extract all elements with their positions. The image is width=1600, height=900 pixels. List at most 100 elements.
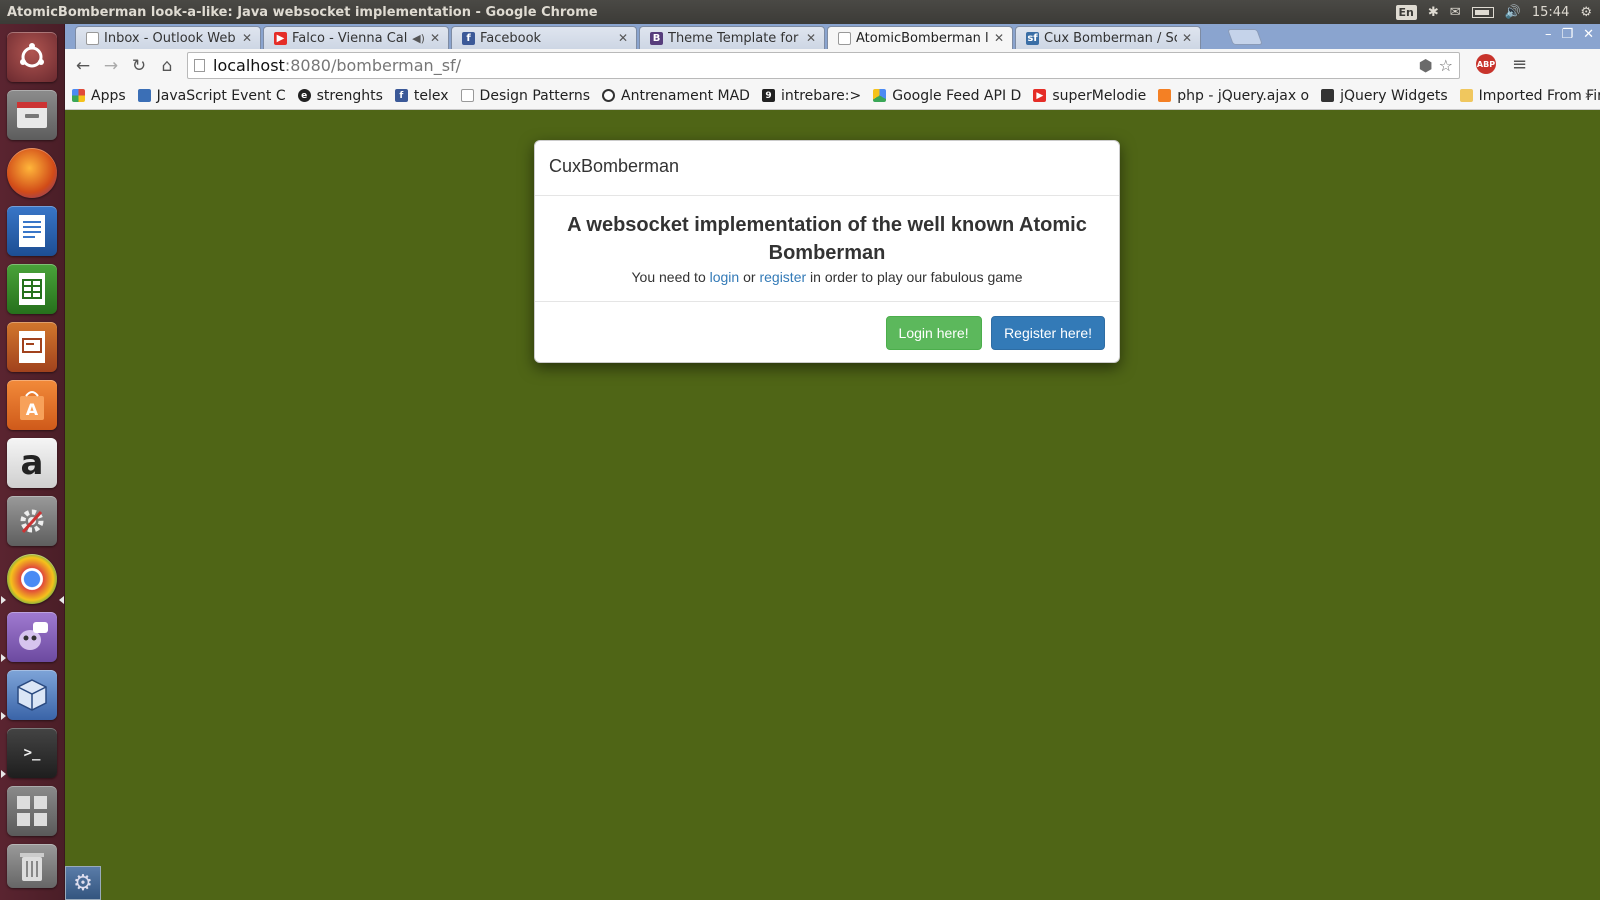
- bookmark-intrebare[interactable]: 9 intrebare:>: [761, 88, 861, 104]
- terminal-icon[interactable]: >_: [7, 728, 57, 778]
- browser-chrome: Inbox - Outlook Web A ✕ ▶ Falco - Vienna…: [65, 24, 1600, 110]
- libreoffice-calc-icon[interactable]: [7, 264, 57, 314]
- close-icon[interactable]: ✕: [242, 31, 252, 45]
- page-icon: [86, 31, 99, 45]
- volume-icon[interactable]: 🔊: [1505, 5, 1521, 20]
- modal-body: A websocket implementation of the well k…: [535, 196, 1119, 302]
- close-window-icon[interactable]: ✕: [1583, 27, 1594, 42]
- bookmark-telex[interactable]: f telex: [394, 88, 449, 104]
- sf-icon: sf: [1026, 31, 1039, 45]
- bluetooth-icon[interactable]: ✱: [1428, 5, 1439, 20]
- window-title: AtomicBomberman look-a-like: Java websoc…: [7, 4, 598, 20]
- firefox-icon[interactable]: [7, 148, 57, 198]
- tab-label: Inbox - Outlook Web A: [104, 30, 237, 46]
- bookmark-label: JavaScript Event C: [156, 87, 286, 104]
- bookmark-star-icon[interactable]: ☆: [1439, 56, 1453, 75]
- tab-outlook[interactable]: Inbox - Outlook Web A ✕: [75, 26, 261, 49]
- tab-atomicbomberman[interactable]: AtomicBomberman lo ✕: [827, 26, 1013, 49]
- page-content: CuxBomberman A websocket implementation …: [65, 110, 1600, 900]
- bookmark-icon: [1321, 89, 1335, 102]
- chrome-icon[interactable]: [7, 554, 57, 604]
- libreoffice-impress-icon[interactable]: [7, 322, 57, 372]
- bookmarks-bar: Apps JavaScript Event C e strenghts f te…: [65, 82, 1600, 110]
- bookmark-label: jQuery Widgets: [1340, 87, 1448, 104]
- register-button[interactable]: Register here!: [991, 316, 1105, 350]
- bookmark-javascript-event[interactable]: JavaScript Event C: [137, 87, 286, 104]
- close-icon[interactable]: ✕: [994, 31, 1004, 45]
- minimize-icon[interactable]: –: [1545, 27, 1552, 42]
- system-settings-icon[interactable]: [7, 496, 57, 546]
- bookmark-php-jquery-ajax[interactable]: php - jQuery.ajax o: [1158, 88, 1309, 104]
- bookmark-strenghts[interactable]: e strenghts: [297, 88, 383, 104]
- page-info-icon[interactable]: [194, 59, 205, 72]
- bookmark-folder-imported[interactable]: Imported From Fir: [1459, 88, 1600, 104]
- register-link[interactable]: register: [759, 269, 806, 285]
- omnibox-actions: ⬢ ☆: [1419, 56, 1453, 75]
- modal-footer: Login here! Register here!: [535, 302, 1119, 362]
- restore-icon[interactable]: ❐: [1561, 27, 1573, 42]
- libreoffice-writer-icon[interactable]: [7, 206, 57, 256]
- ubuntu-dash-icon[interactable]: [7, 32, 57, 82]
- page-icon: [460, 89, 474, 102]
- amazon-icon[interactable]: a: [7, 438, 57, 488]
- bookmark-label: Apps: [91, 87, 126, 104]
- battery-icon[interactable]: [1471, 6, 1494, 18]
- bookmark-icon: e: [297, 89, 311, 102]
- forward-arrow-icon[interactable]: →: [97, 56, 125, 76]
- bookmark-label: Design Patterns: [479, 87, 590, 104]
- virtualbox-icon[interactable]: [7, 670, 57, 720]
- pidgin-icon[interactable]: [7, 612, 57, 662]
- modal-header: CuxBomberman: [535, 141, 1119, 196]
- bookmark-antrenament[interactable]: Antrenament MAD: [602, 88, 750, 104]
- bookmark-icon: [137, 89, 151, 102]
- tab-falco[interactable]: ▶ Falco - Vienna Callin ◀) ✕: [263, 26, 449, 49]
- reload-icon[interactable]: ↻: [125, 56, 153, 76]
- bookmark-apps[interactable]: Apps: [72, 88, 126, 104]
- text-or: or: [743, 269, 756, 285]
- mail-icon[interactable]: ✉: [1450, 5, 1461, 20]
- tab-cux-bomberman[interactable]: sf Cux Bomberman / Scr ✕: [1015, 26, 1201, 49]
- speaker-icon: ◀): [412, 31, 425, 45]
- close-icon[interactable]: ✕: [618, 31, 628, 45]
- adblock-plus-icon[interactable]: ABP: [1476, 54, 1496, 74]
- close-icon[interactable]: ✕: [430, 31, 440, 45]
- software-center-icon[interactable]: A: [7, 380, 57, 430]
- back-arrow-icon[interactable]: ←: [69, 56, 97, 76]
- bookmark-supermelodie[interactable]: ▶ superMelodie: [1033, 88, 1146, 104]
- login-button[interactable]: Login here!: [885, 316, 982, 350]
- close-icon[interactable]: ✕: [806, 31, 816, 45]
- address-bar[interactable]: localhost:8080/bomberman_sf/ ⬢ ☆: [187, 52, 1460, 79]
- tab-facebook[interactable]: f Facebook ✕: [451, 26, 637, 49]
- chat-icon: [602, 89, 615, 102]
- settings-gear-icon[interactable]: ⚙: [65, 866, 101, 900]
- tab-label: AtomicBomberman lo: [856, 30, 989, 46]
- running-indicator: [1, 770, 6, 778]
- trash-icon[interactable]: [7, 844, 57, 888]
- files-icon[interactable]: [7, 90, 57, 140]
- bookmark-google-feed-api[interactable]: Google Feed API D: [873, 88, 1021, 104]
- folder-icon: [1459, 89, 1473, 102]
- chrome-menu-icon[interactable]: ≡: [1512, 54, 1527, 75]
- bookmark-jquery-widgets[interactable]: jQuery Widgets: [1321, 87, 1448, 104]
- tab-label: Cux Bomberman / Scr: [1044, 30, 1177, 46]
- tab-label: Facebook: [480, 30, 542, 46]
- bookmark-icon: 9: [761, 89, 775, 102]
- workspace-switcher-icon[interactable]: [7, 786, 57, 836]
- indicator-area: En ✱ ✉ 🔊 15:44 ⚙: [1395, 4, 1600, 20]
- tab-theme-template[interactable]: B Theme Template for B ✕: [639, 26, 825, 49]
- home-icon[interactable]: ⌂: [153, 56, 181, 76]
- login-modal: CuxBomberman A websocket implementation …: [534, 140, 1120, 363]
- close-icon[interactable]: ✕: [1182, 31, 1192, 45]
- keyboard-layout-indicator[interactable]: En: [1395, 4, 1417, 20]
- bookmark-design-patterns[interactable]: Design Patterns: [460, 87, 590, 104]
- session-gear-icon[interactable]: ⚙: [1580, 5, 1592, 20]
- running-indicator: [1, 596, 6, 604]
- extension-shield-icon[interactable]: ⬢: [1419, 56, 1433, 75]
- clock[interactable]: 15:44: [1532, 5, 1569, 20]
- login-link[interactable]: login: [710, 269, 740, 285]
- apps-grid-icon: [72, 89, 85, 102]
- bootstrap-icon: B: [650, 31, 663, 45]
- bookmarks-overflow-icon[interactable]: »: [1585, 88, 1592, 102]
- url-path: :8080/bomberman_sf/: [284, 56, 462, 75]
- new-tab-button[interactable]: [1227, 29, 1263, 45]
